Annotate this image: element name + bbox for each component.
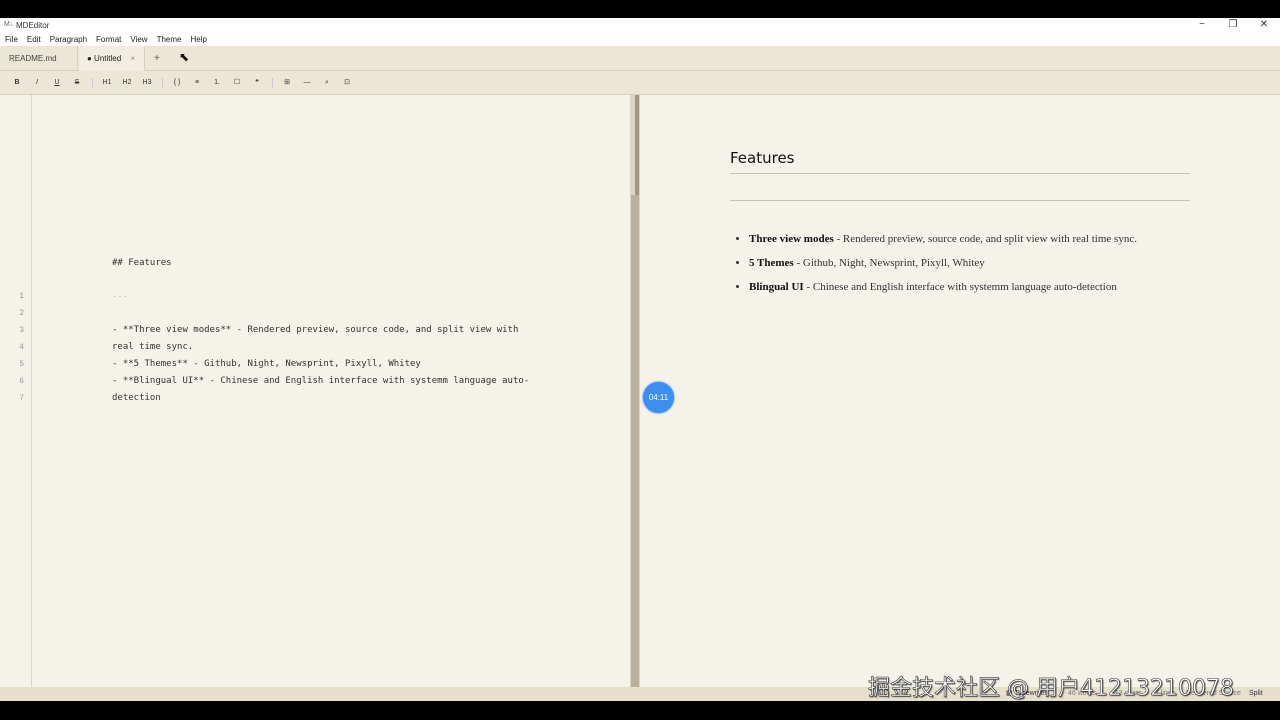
list-item-bold: Blingual UI	[749, 281, 804, 293]
editor-faded-line: ---	[112, 292, 129, 302]
close-window-icon[interactable]: ✕	[1249, 18, 1279, 32]
list-item: 5 Themes - Github, Night, Newsprint, Pix…	[749, 253, 1189, 273]
recording-timer-badge[interactable]: 04:11	[643, 382, 674, 413]
menu-view[interactable]: View	[130, 35, 147, 44]
menu-theme[interactable]: Theme	[157, 35, 182, 44]
toolbar-divider	[272, 78, 273, 88]
search-icon[interactable]: ⌕	[320, 71, 334, 95]
screen-top-border	[0, 0, 1280, 18]
editor-line: - **5 Themes** - Github, Night, Newsprin…	[112, 359, 421, 369]
preview-feature-list: Three view modes - Rendered preview, sou…	[749, 229, 1189, 301]
editor-line: detection	[112, 393, 161, 403]
list-item-text: - Chinese and English interface with sys…	[803, 281, 1117, 293]
menu-format[interactable]: Format	[96, 35, 121, 44]
tab-untitled[interactable]: ● Untitled ×	[79, 46, 145, 71]
bullet-list-icon[interactable]: ≡	[190, 71, 204, 95]
line-number: 1	[19, 292, 24, 301]
line-number: 4	[19, 343, 24, 352]
toolbar-divider	[162, 78, 163, 88]
rendered-preview: Features Three view modes - Rendered pre…	[640, 95, 1280, 687]
list-item-bold: Three view modes	[749, 233, 834, 245]
menu-edit[interactable]: Edit	[27, 35, 41, 44]
list-item: Blingual UI - Chinese and English interf…	[749, 277, 1189, 297]
preview-heading: Features	[730, 149, 1190, 174]
tab-readme[interactable]: README.md	[0, 46, 78, 71]
underline-button[interactable]: U	[50, 71, 64, 95]
menu-file[interactable]: File	[5, 35, 18, 44]
editor-line: real time sync.	[112, 342, 194, 352]
minimize-icon[interactable]: −	[1187, 18, 1217, 32]
format-toolbar: B I U S H1 H2 H3 { } ≡ 1. ☐ ❝ ⊞ — ⌕ ⊡	[0, 71, 1280, 95]
italic-button[interactable]: I	[30, 71, 44, 95]
bold-button[interactable]: B	[10, 71, 24, 95]
line-number: 6	[19, 377, 24, 386]
watermark-text: 掘金技术社区 @ 用户41213210078	[868, 676, 1235, 702]
code-icon[interactable]: { }	[170, 71, 184, 95]
heading2-button[interactable]: H2	[120, 71, 134, 95]
list-item-bold: 5 Themes	[749, 257, 794, 269]
editor-heading-line: ## Features	[112, 258, 172, 268]
close-tab-icon[interactable]: ×	[130, 46, 135, 72]
line-number: 2	[19, 309, 24, 318]
line-number: 7	[19, 394, 24, 403]
task-list-icon[interactable]: ☐	[230, 71, 244, 95]
add-tab-button[interactable]: +	[154, 46, 166, 71]
markdown-icon: M↓	[4, 21, 14, 28]
split-mode-button[interactable]: Split	[1249, 687, 1263, 701]
strikethrough-button[interactable]: S	[70, 71, 84, 95]
split-divider-scrollbar[interactable]	[630, 95, 640, 687]
table-icon[interactable]: ⊞	[280, 71, 294, 95]
ordered-list-icon[interactable]: 1.	[210, 71, 224, 95]
image-icon[interactable]: ⊡	[340, 71, 354, 95]
heading3-button[interactable]: H3	[140, 71, 154, 95]
menu-paragraph[interactable]: Paragraph	[50, 35, 87, 44]
line-gutter: 1 2 3 4 5 6 7	[0, 95, 32, 687]
menu-bar: File Edit Paragraph Format View Theme He…	[0, 32, 1280, 46]
preview-horizontal-rule	[730, 200, 1190, 201]
quote-icon[interactable]: ❝	[250, 71, 264, 95]
toolbar-divider	[92, 78, 93, 88]
tab-untitled-label: ● Untitled	[87, 54, 122, 63]
mouse-cursor-icon: ⬉	[179, 50, 190, 64]
horizontal-rule-icon[interactable]: —	[300, 71, 314, 95]
title-bar: M↓ MDEditor − ❐ ✕	[0, 18, 1280, 32]
line-number: 3	[19, 326, 24, 335]
list-item-text: - Rendered preview, source code, and spl…	[833, 233, 1137, 245]
list-item-text: - Github, Night, Newsprint, Pixyll, Whit…	[793, 257, 985, 269]
editor-line: - **Blingual UI** - Chinese and English …	[112, 376, 530, 386]
scrollbar-track-fill	[631, 195, 639, 687]
editor-line: - **Three view modes** - Rendered previe…	[112, 325, 519, 335]
tab-bar: README.md ● Untitled × +	[0, 46, 1280, 71]
restore-icon[interactable]: ❐	[1218, 18, 1248, 32]
menu-help[interactable]: Help	[191, 35, 207, 44]
source-editor[interactable]: 1 2 3 4 5 6 7 ## Features --- - **Three …	[0, 95, 630, 687]
list-item: Three view modes - Rendered preview, sou…	[749, 229, 1189, 249]
app-title: MDEditor	[16, 20, 50, 30]
screen-bottom-border	[0, 701, 1280, 720]
line-number: 5	[19, 360, 24, 369]
scrollbar-thumb[interactable]	[635, 95, 639, 195]
heading1-button[interactable]: H1	[100, 71, 114, 95]
